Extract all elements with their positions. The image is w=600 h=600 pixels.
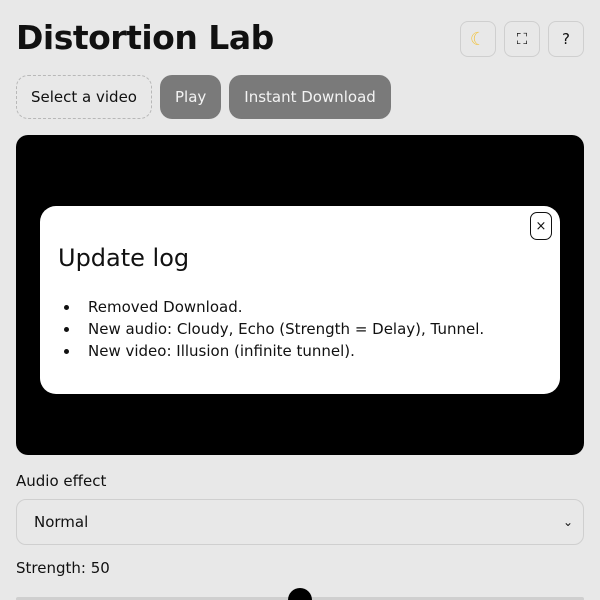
fullscreen-icon[interactable]: ⛶ (504, 21, 540, 57)
audio-effect-label: Audio effect (16, 472, 107, 490)
strength-label: Strength: 50 (16, 559, 110, 577)
moon-icon[interactable]: ☾ (460, 21, 496, 57)
close-icon[interactable]: × (530, 212, 552, 240)
chevron-down-icon: ⌄ (562, 515, 573, 529)
play-button[interactable]: Play (159, 75, 222, 119)
update-log-item: Removed Download. (80, 296, 484, 318)
update-log-item: New video: Illusion (infinite tunnel). (80, 340, 484, 362)
top-toolbar: ☾ ⛶ ? (460, 21, 584, 57)
video-player: × Update log Removed Download. New audio… (16, 135, 584, 455)
audio-effect-select[interactable]: Normal ⌄ (16, 499, 584, 545)
instant-download-button[interactable]: Instant Download (229, 75, 391, 119)
update-log-list: Removed Download. New audio: Cloudy, Ech… (58, 296, 484, 362)
audio-effect-value: Normal (34, 513, 89, 531)
update-log-modal: × Update log Removed Download. New audio… (40, 206, 560, 394)
distortion-lab-page: Distortion Lab ☾ ⛶ ? Select a video Play… (0, 0, 600, 600)
update-log-item: New audio: Cloudy, Echo (Strength = Dela… (80, 318, 484, 340)
update-log-title: Update log (58, 244, 190, 272)
help-icon[interactable]: ? (548, 21, 584, 57)
strength-slider-thumb[interactable] (288, 588, 312, 600)
action-bar: Select a video Play Instant Download (16, 75, 391, 119)
select-video-button[interactable]: Select a video (16, 75, 152, 119)
app-title: Distortion Lab (16, 18, 274, 57)
